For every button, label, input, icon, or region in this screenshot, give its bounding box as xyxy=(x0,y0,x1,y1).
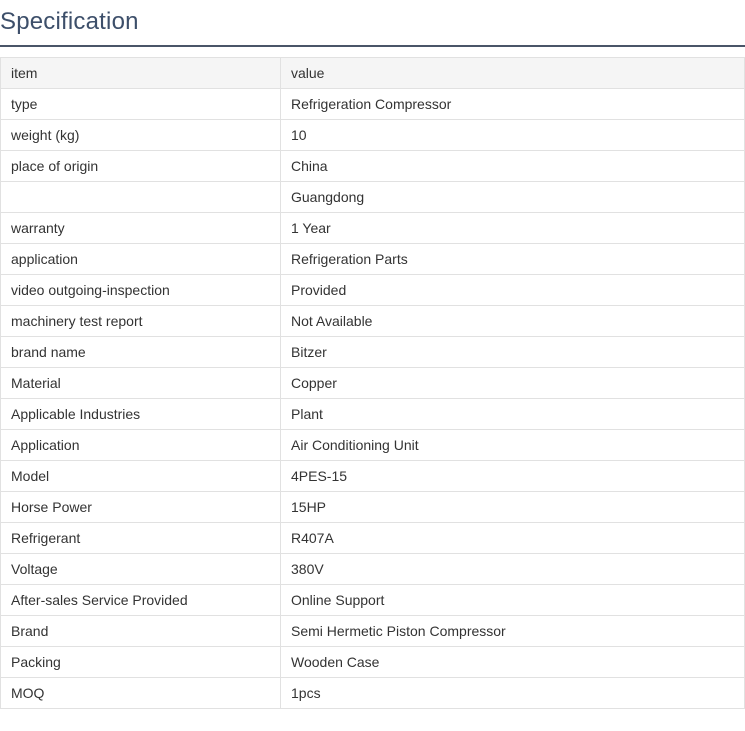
item-cell: Material xyxy=(0,367,281,399)
value-cell: 380V xyxy=(280,553,745,585)
item-cell: application xyxy=(0,243,281,275)
item-cell: brand name xyxy=(0,336,281,368)
table-row: application Refrigeration Parts xyxy=(0,243,745,275)
item-cell xyxy=(0,181,281,213)
table-row: brand name Bitzer xyxy=(0,336,745,368)
item-cell: video outgoing-inspection xyxy=(0,274,281,306)
specification-table-body: item value type Refrigeration Compressor… xyxy=(0,57,745,709)
table-row: place of origin China xyxy=(0,150,745,182)
table-row: video outgoing-inspection Provided xyxy=(0,274,745,306)
item-cell: machinery test report xyxy=(0,305,281,337)
table-row: Refrigerant R407A xyxy=(0,522,745,554)
value-cell: Not Available xyxy=(280,305,745,337)
value-cell: 10 xyxy=(280,119,745,151)
item-cell: MOQ xyxy=(0,677,281,709)
item-cell: After-sales Service Provided xyxy=(0,584,281,616)
table-row: machinery test report Not Available xyxy=(0,305,745,337)
table-row: Packing Wooden Case xyxy=(0,646,745,678)
value-cell: 4PES-15 xyxy=(280,460,745,492)
value-cell: Refrigeration Parts xyxy=(280,243,745,275)
table-row: Material Copper xyxy=(0,367,745,399)
value-cell: Semi Hermetic Piston Compressor xyxy=(280,615,745,647)
item-cell: Application xyxy=(0,429,281,461)
item-cell: Packing xyxy=(0,646,281,678)
table-row: MOQ 1pcs xyxy=(0,677,745,709)
value-cell: Guangdong xyxy=(280,181,745,213)
table-row: Horse Power 15HP xyxy=(0,491,745,523)
specification-table: item value type Refrigeration Compressor… xyxy=(0,57,745,709)
value-cell: R407A xyxy=(280,522,745,554)
table-row: Brand Semi Hermetic Piston Compressor xyxy=(0,615,745,647)
table-row: After-sales Service Provided Online Supp… xyxy=(0,584,745,616)
value-cell: Wooden Case xyxy=(280,646,745,678)
value-cell: Refrigeration Compressor xyxy=(280,88,745,120)
item-cell: warranty xyxy=(0,212,281,244)
value-cell: Plant xyxy=(280,398,745,430)
table-row: Applicable Industries Plant xyxy=(0,398,745,430)
table-row: Application Air Conditioning Unit xyxy=(0,429,745,461)
value-cell: China xyxy=(280,150,745,182)
value-cell: 1 Year xyxy=(280,212,745,244)
item-cell: Horse Power xyxy=(0,491,281,523)
value-cell: 1pcs xyxy=(280,677,745,709)
value-cell: Air Conditioning Unit xyxy=(280,429,745,461)
table-header-row: item value xyxy=(0,57,745,89)
value-cell: Online Support xyxy=(280,584,745,616)
header-item-cell: item xyxy=(0,57,281,89)
table-row: type Refrigeration Compressor xyxy=(0,88,745,120)
item-cell: Refrigerant xyxy=(0,522,281,554)
item-cell: Applicable Industries xyxy=(0,398,281,430)
item-cell: weight (kg) xyxy=(0,119,281,151)
table-row: Model 4PES-15 xyxy=(0,460,745,492)
value-cell: Provided xyxy=(280,274,745,306)
value-cell: 15HP xyxy=(280,491,745,523)
item-cell: Voltage xyxy=(0,553,281,585)
table-row: Voltage 380V xyxy=(0,553,745,585)
value-cell: Bitzer xyxy=(280,336,745,368)
item-cell: Brand xyxy=(0,615,281,647)
table-row: weight (kg) 10 xyxy=(0,119,745,151)
item-cell: Model xyxy=(0,460,281,492)
table-row: Guangdong xyxy=(0,181,745,213)
value-cell: Copper xyxy=(280,367,745,399)
item-cell: place of origin xyxy=(0,150,281,182)
section-title: Specification xyxy=(0,0,745,47)
table-row: warranty 1 Year xyxy=(0,212,745,244)
item-cell: type xyxy=(0,88,281,120)
header-value-cell: value xyxy=(280,57,745,89)
